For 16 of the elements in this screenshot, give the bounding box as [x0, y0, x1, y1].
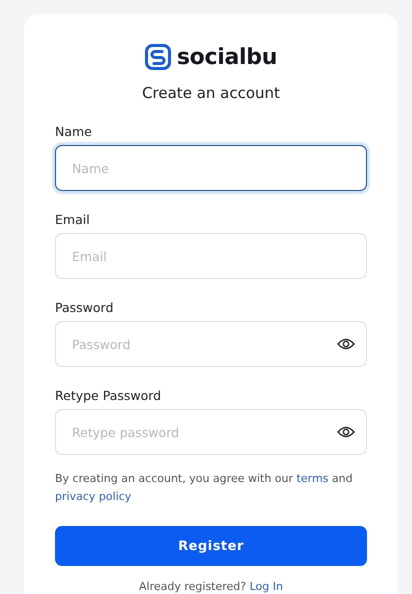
agreement-text: By creating an account, you agree with our terms and privacy policy	[55, 471, 354, 505]
eye-icon[interactable]	[337, 426, 355, 438]
form-heading: Create an account	[141, 84, 281, 102]
log-in-link[interactable]: Log In	[250, 580, 283, 593]
eye-icon[interactable]	[337, 338, 355, 350]
field-label: Email	[55, 212, 91, 227]
terms-link[interactable]: terms	[296, 472, 328, 485]
login-prompt: Already registered? Log In	[138, 580, 284, 593]
field-label: Name	[55, 124, 93, 139]
privacy-policy-link[interactable]: privacy policy	[55, 490, 132, 503]
field-label: Password	[55, 300, 114, 315]
field-label: Retype Password	[55, 388, 162, 403]
logo-icon	[144, 44, 171, 70]
input-field[interactable]: Name	[55, 145, 367, 191]
logo-text: socialbu	[176, 44, 278, 70]
register-button[interactable]: Register	[55, 526, 367, 566]
